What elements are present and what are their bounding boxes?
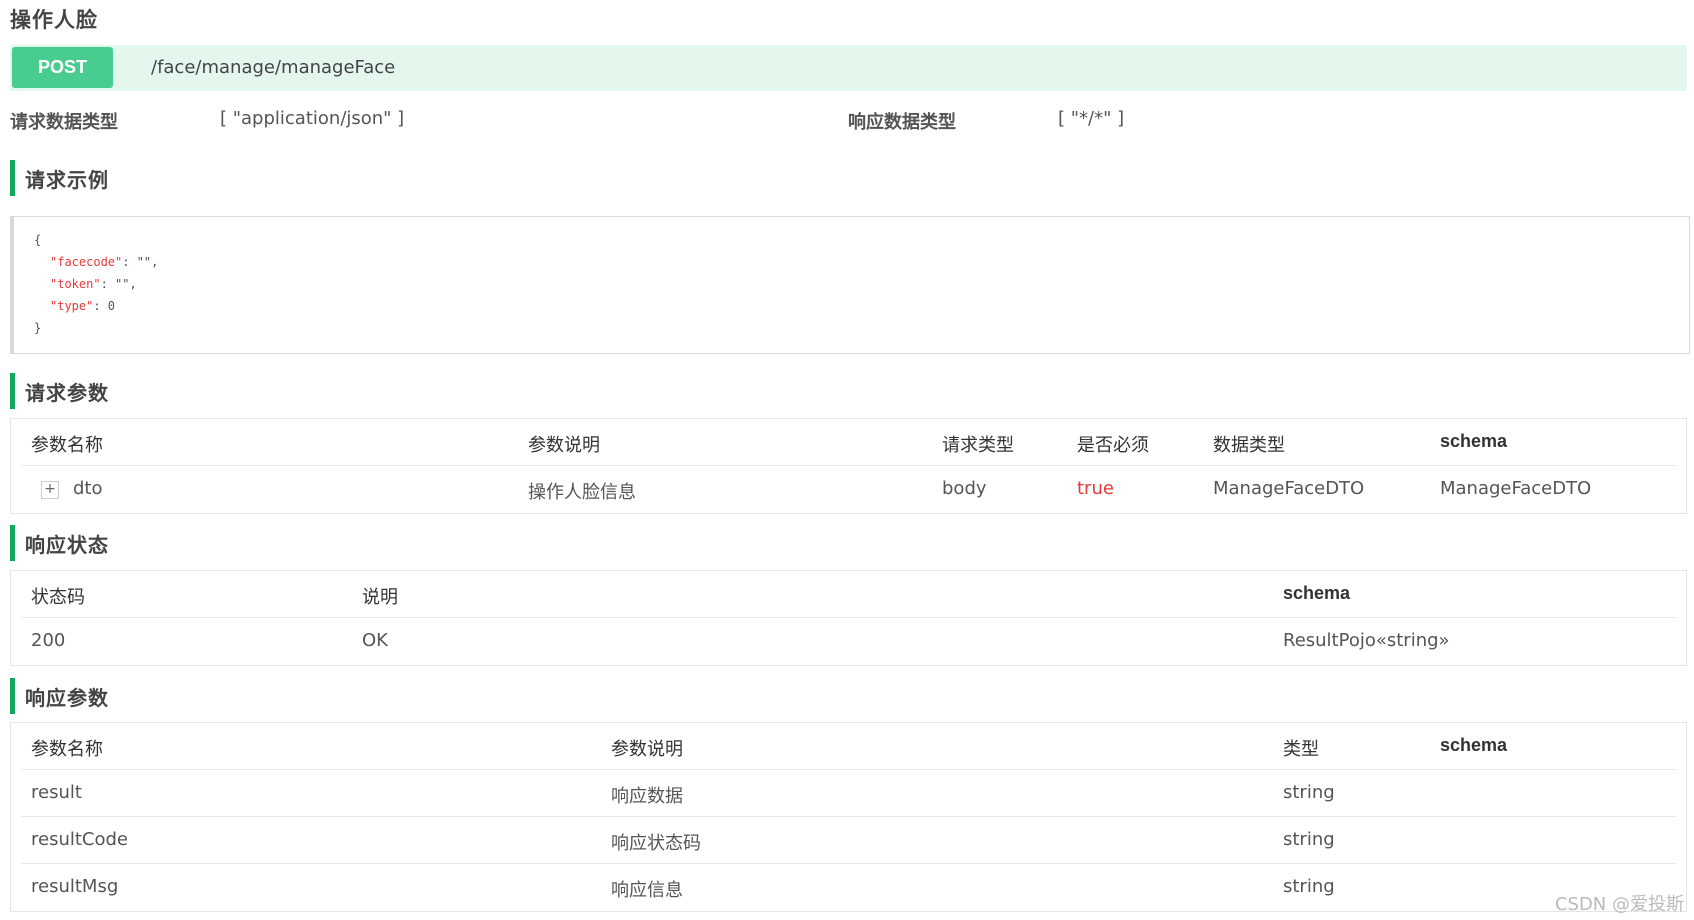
column-header: schema [1440, 431, 1508, 451]
response-param-name: result [31, 782, 82, 803]
table-row: result 响应数据 string [21, 770, 1676, 817]
response-param-name: resultCode [31, 829, 129, 850]
section-title: 请求示例 [25, 168, 109, 192]
json-key: "type" [50, 299, 94, 313]
response-params-table: 参数名称 参数说明 类型 schema result 响应数据 string r… [10, 722, 1687, 912]
response-param-name: resultMsg [31, 876, 119, 897]
response-param-type: string [1283, 876, 1335, 897]
request-params-table: 参数名称 参数说明 请求类型 是否必须 数据类型 schema + dto 操作… [10, 418, 1687, 514]
column-header: 请求类型 [942, 435, 1014, 456]
column-header: schema [1283, 583, 1351, 603]
param-type: ManageFaceDTO [1213, 478, 1365, 499]
status-desc: OK [362, 630, 388, 651]
table-header-row: 状态码 说明 schema [21, 571, 1676, 618]
json-value: : "", [100, 277, 137, 291]
json-key: "facecode" [50, 255, 123, 269]
endpoint-bar: POST /face/manage/manageFace [10, 45, 1687, 91]
code-line: "type": 0 [50, 295, 115, 317]
param-in: body [942, 478, 987, 499]
expand-icon[interactable]: + [41, 481, 59, 499]
column-header: 参数名称 [31, 739, 103, 760]
code-line: } [34, 321, 42, 335]
response-type-label: 响应数据类型 [848, 112, 956, 133]
response-param-type: string [1283, 782, 1335, 803]
column-header: 参数说明 [528, 435, 600, 456]
column-header: 参数说明 [611, 739, 683, 760]
column-header: 参数名称 [31, 435, 103, 456]
param-desc: 操作人脸信息 [528, 482, 636, 503]
column-header: 是否必须 [1077, 435, 1149, 456]
table-row: resultMsg 响应信息 string [21, 864, 1676, 910]
section-title: 响应状态 [25, 533, 109, 557]
section-response-params: 响应参数 [10, 678, 415, 714]
request-type-value: [ "application/json" ] [220, 108, 405, 129]
column-header: 说明 [362, 587, 398, 608]
code-line: { [34, 233, 42, 247]
section-response-status: 响应状态 [10, 525, 415, 561]
column-header: 状态码 [31, 587, 85, 608]
request-type-label: 请求数据类型 [10, 112, 118, 133]
code-line: "token": "", [50, 273, 137, 295]
table-header-row: 参数名称 参数说明 类型 schema [21, 723, 1676, 770]
response-type-value: [ "*/*" ] [1058, 108, 1125, 129]
column-header: 数据类型 [1213, 435, 1285, 456]
table-row: resultCode 响应状态码 string [21, 817, 1676, 864]
json-key: "token" [50, 277, 101, 291]
column-header: 类型 [1283, 739, 1319, 760]
section-title: 响应参数 [25, 686, 109, 710]
table-row: + dto 操作人脸信息 body true ManageFaceDTO Man… [21, 466, 1676, 512]
column-header: schema [1440, 735, 1508, 755]
table-header-row: 参数名称 参数说明 请求类型 是否必须 数据类型 schema [21, 419, 1676, 466]
param-schema-link[interactable]: ManageFaceDTO [1440, 478, 1591, 499]
response-param-desc: 响应状态码 [611, 833, 701, 854]
endpoint-path: /face/manage/manageFace [151, 57, 396, 78]
section-request-params: 请求参数 [10, 373, 415, 409]
code-line: "facecode": "", [50, 251, 158, 273]
table-row: 200 OK ResultPojo«string» [21, 618, 1676, 664]
status-schema-link[interactable]: ResultPojo«string» [1283, 630, 1450, 651]
section-title: 请求参数 [25, 381, 109, 405]
response-param-desc: 响应信息 [611, 880, 683, 901]
api-title: 操作人脸 [10, 8, 98, 32]
response-param-type: string [1283, 829, 1335, 850]
watermark: CSDN @爱投斯 [1554, 894, 1684, 915]
api-doc-page: 操作人脸 POST /face/manage/manageFace 请求数据类型… [0, 0, 1694, 920]
response-status-table: 状态码 说明 schema 200 OK ResultPojo«string» [10, 570, 1687, 666]
response-param-desc: 响应数据 [611, 786, 683, 807]
request-example-code[interactable]: { "facecode": "", "token": "", "type": 0… [10, 216, 1690, 354]
param-required: true [1077, 478, 1114, 499]
method-badge: POST [12, 47, 113, 88]
status-code: 200 [31, 630, 66, 651]
param-name: dto [73, 478, 103, 499]
section-request-example: 请求示例 [10, 160, 415, 196]
json-value: : "", [122, 255, 159, 269]
json-value: : 0 [93, 299, 116, 313]
